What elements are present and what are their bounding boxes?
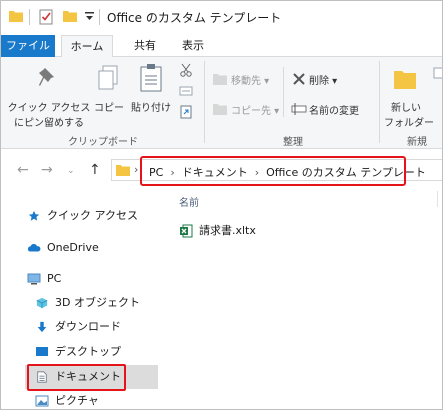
window-title: Office のカスタム テンプレート xyxy=(107,11,282,25)
chevron-right-icon: › xyxy=(170,166,175,179)
new-folder-quick-icon[interactable] xyxy=(63,10,77,22)
ribbon-tabs: ファイル ホーム 共有 表示 xyxy=(1,35,442,58)
paste-icon xyxy=(140,64,162,92)
cube-icon xyxy=(36,297,48,309)
pin-label-line2: にピン留めする xyxy=(14,118,84,129)
excel-template-icon xyxy=(180,224,193,238)
breadcrumb-documents[interactable]: ドキュメント xyxy=(182,166,248,179)
rename-icon xyxy=(291,103,307,115)
file-name: 請求書.xltx xyxy=(199,224,256,237)
nav-item-label: ピクチャ xyxy=(55,394,99,407)
cut-icon[interactable] xyxy=(179,63,193,77)
divider xyxy=(29,9,30,25)
new-item-icon[interactable] xyxy=(433,67,443,79)
nav-item-pc[interactable]: PC xyxy=(27,269,61,289)
new-folder-label-line1: 新しい xyxy=(391,103,421,114)
group-divider xyxy=(379,61,380,143)
properties-icon[interactable] xyxy=(39,9,53,25)
chevron-right-icon: › xyxy=(134,163,139,176)
group-divider xyxy=(204,61,205,143)
star-icon xyxy=(28,210,40,221)
explorer-window: Office のカスタム テンプレート ファイル ホーム 共有 表示 クイック … xyxy=(0,0,443,410)
breadcrumb-office-templates[interactable]: Office のカスタム テンプレート xyxy=(266,166,426,179)
chevron-right-icon: › xyxy=(254,166,260,179)
breadcrumb-pc[interactable]: PC xyxy=(149,166,163,179)
back-arrow-icon[interactable]: ← xyxy=(17,162,29,178)
clipboard-group-label: クリップボード xyxy=(68,137,138,148)
cloud-icon xyxy=(27,244,41,252)
customize-toolbar-icon[interactable] xyxy=(85,12,94,21)
inner-divider xyxy=(283,67,284,117)
nav-item-3d-objects[interactable]: 3D オブジェクト xyxy=(35,293,140,313)
nav-item-label: デスクトップ xyxy=(55,345,121,358)
new-folder-label-line2: フォルダー xyxy=(384,118,434,129)
nav-item-documents[interactable]: ドキュメント xyxy=(35,367,121,387)
nav-item-label: クイック アクセス xyxy=(47,209,138,222)
nav-item-onedrive[interactable]: OneDrive xyxy=(27,238,99,258)
copy-icon xyxy=(98,65,118,90)
nav-item-label: OneDrive xyxy=(47,241,99,254)
recent-locations-icon[interactable]: ⌄ xyxy=(67,166,75,176)
tab-view[interactable]: 表示 xyxy=(173,35,213,57)
organize-group-label: 整理 xyxy=(283,137,303,148)
ribbon: クイック アクセス にピン留めする コピー 貼り付け クリップボード 移動先 ▾… xyxy=(1,57,442,149)
rename-button[interactable]: 名前の変更 xyxy=(309,102,359,117)
column-header-name[interactable]: 名前 xyxy=(179,194,199,209)
delete-label: 削除 xyxy=(309,76,329,87)
nav-item-label: 3D オブジェクト xyxy=(55,296,140,309)
download-icon xyxy=(37,321,47,333)
folder-icon xyxy=(9,11,23,22)
paste-shortcut-icon[interactable] xyxy=(179,105,193,119)
move-to-label: 移動先 xyxy=(231,76,261,87)
up-arrow-icon[interactable]: ↑ xyxy=(89,162,101,178)
picture-icon xyxy=(35,395,49,407)
copy-button[interactable]: コピー xyxy=(91,99,127,114)
move-to-button[interactable]: 移動先 ▾ xyxy=(231,72,269,87)
delete-button[interactable]: 削除 ▾ xyxy=(309,72,337,87)
pin-label-line1: クイック アクセス xyxy=(7,103,91,114)
copy-path-icon[interactable] xyxy=(179,85,193,97)
nav-item-pictures[interactable]: ピクチャ xyxy=(35,391,99,409)
nav-item-downloads[interactable]: ダウンロード xyxy=(35,317,121,337)
pin-quick-access-button[interactable]: クイック アクセス にピン留めする xyxy=(7,99,91,129)
title-bar: Office のカスタム テンプレート xyxy=(1,1,442,35)
computer-icon xyxy=(27,273,41,285)
nav-item-label: ドキュメント xyxy=(55,370,121,383)
nav-item-label: PC xyxy=(47,272,62,285)
new-folder-icon xyxy=(394,71,416,89)
copy-to-button[interactable]: コピー先 ▾ xyxy=(231,102,279,117)
delete-icon xyxy=(293,73,305,85)
breadcrumb: PC › ドキュメント › Office のカスタム テンプレート xyxy=(149,164,426,180)
new-folder-button[interactable]: 新しい フォルダー xyxy=(384,99,434,129)
copy-to-icon xyxy=(213,104,227,115)
forward-arrow-icon[interactable]: → xyxy=(41,162,53,178)
copy-to-label: コピー先 xyxy=(231,106,271,117)
pin-icon xyxy=(39,68,54,86)
tab-home[interactable]: ホーム xyxy=(61,35,113,58)
tab-file[interactable]: ファイル xyxy=(1,35,55,57)
paste-button[interactable]: 貼り付け xyxy=(129,99,173,114)
file-row[interactable]: 請求書.xltx xyxy=(179,222,256,238)
new-group-label: 新規 xyxy=(407,137,427,148)
move-to-icon xyxy=(213,74,227,85)
column-divider xyxy=(437,191,438,207)
nav-item-quick-access[interactable]: クイック アクセス xyxy=(27,206,138,226)
nav-item-label: ダウンロード xyxy=(55,320,121,333)
desktop-icon xyxy=(36,347,48,356)
divider xyxy=(99,9,100,25)
nav-item-desktop[interactable]: デスクトップ xyxy=(35,342,121,362)
tab-share[interactable]: 共有 xyxy=(125,35,165,57)
folder-icon xyxy=(116,165,130,176)
document-icon xyxy=(37,371,47,383)
